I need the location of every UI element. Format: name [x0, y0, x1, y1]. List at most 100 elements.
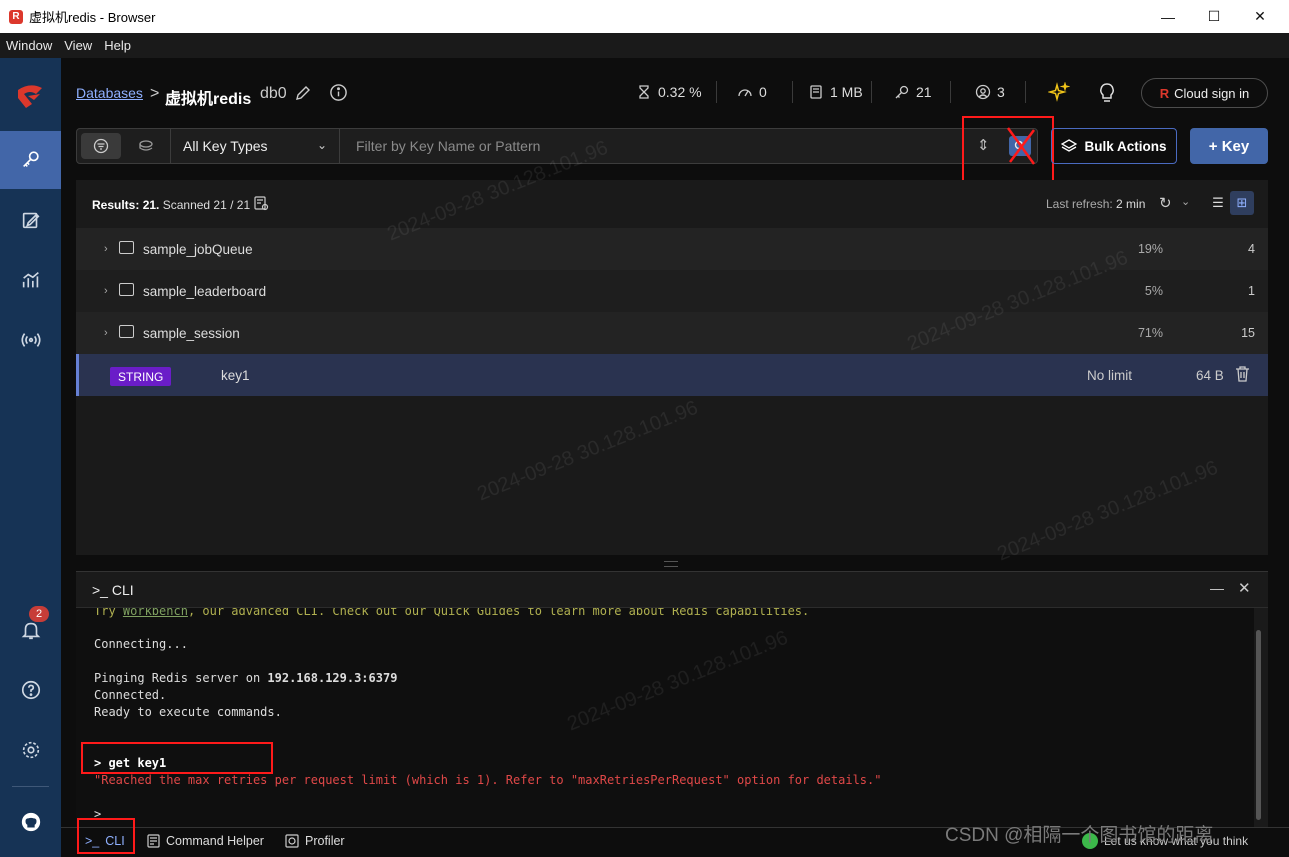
info-icon[interactable] [329, 83, 348, 102]
database-name: 虚拟机redis [165, 91, 252, 108]
terminal-icon: >_ [92, 582, 108, 598]
folder-percent: 5% [1144, 284, 1163, 298]
cli-line: Connecting... [94, 637, 188, 651]
sidebar-item-pubsub[interactable] [0, 311, 61, 369]
keys-value: 21 [916, 84, 932, 100]
folder-count: 15 [1241, 326, 1255, 340]
document-icon [147, 834, 160, 848]
delete-key-button[interactable] [1235, 365, 1250, 385]
scan-more-icon[interactable] [253, 195, 269, 211]
cli-line: Ready to execute commands. [94, 705, 282, 719]
lightbulb-icon[interactable] [1097, 82, 1117, 104]
menu-view[interactable]: View [58, 38, 98, 53]
redis-logo-icon[interactable] [14, 80, 46, 112]
breadcrumb-databases-link[interactable]: Databases [76, 85, 143, 101]
redis-cloud-icon: R [1159, 85, 1170, 101]
close-button[interactable]: ✕ [1237, 0, 1283, 33]
sparkles-icon[interactable] [1048, 82, 1070, 104]
layers-icon [1061, 139, 1078, 152]
sidebar-item-browser[interactable] [0, 131, 61, 189]
breadcrumb-separator: > [150, 85, 160, 102]
stat-divider [950, 81, 951, 103]
results-count: 21. [142, 198, 160, 212]
sidebar-item-analysis[interactable] [0, 251, 61, 309]
tab-profiler-label: Profiler [305, 834, 345, 848]
key-type-select[interactable]: All Key Types ⌄ [170, 129, 340, 163]
annotation-box [77, 818, 135, 854]
stat-divider [871, 81, 872, 103]
chevron-right-icon: › [104, 327, 108, 339]
cli-header: >_ CLI — ✕ [76, 572, 1268, 608]
clients-stat: 3 [975, 84, 1005, 100]
menu-help[interactable]: Help [98, 38, 137, 53]
cli-scrollbar[interactable] [1256, 630, 1261, 820]
vector-search-icon [139, 140, 153, 151]
key-row[interactable]: STRING key1 No limit 64 B [76, 354, 1268, 396]
trash-icon [1236, 365, 1249, 382]
edit-db-index-icon[interactable] [295, 85, 311, 101]
filter-mode-button[interactable] [81, 133, 121, 159]
cloud-sign-in-label: Cloud sign in [1174, 85, 1250, 101]
edit-icon [22, 212, 40, 229]
minimize-button[interactable]: — [1145, 0, 1191, 33]
help-button[interactable] [0, 661, 61, 719]
folder-row[interactable]: › sample_session 71% 15 [76, 312, 1268, 354]
folder-percent: 19% [1137, 242, 1163, 256]
results-label: Results: [92, 198, 140, 212]
refresh-options-chevron-icon[interactable]: ⌄ [1181, 195, 1190, 208]
github-button[interactable] [0, 793, 61, 851]
memory-icon [810, 85, 822, 99]
cli-panel: >_ CLI — ✕ Try Workbench, our advanced C… [76, 571, 1268, 828]
cli-title-label: CLI [111, 582, 134, 598]
chevron-down-icon: ⌄ [316, 138, 327, 152]
folder-name: sample_leaderboard [143, 283, 267, 299]
ops-stat: 0 [737, 84, 767, 100]
results-summary: Results: 21. Scanned 21 / 21 [92, 198, 250, 212]
minimize-cli-button[interactable]: — [1210, 580, 1224, 596]
clients-value: 3 [997, 84, 1005, 100]
ops-value: 0 [759, 84, 767, 100]
tab-command-helper-label: Command Helper [166, 834, 264, 848]
key-icon [22, 151, 39, 168]
close-cli-button[interactable]: ✕ [1238, 579, 1251, 597]
cpu-stat: 0.32 % [636, 84, 702, 100]
maximize-button[interactable]: ☐ [1191, 0, 1237, 33]
cli-error-line: "Reached the max retries per request lim… [94, 773, 882, 787]
cpu-value: 0.32 % [658, 84, 702, 100]
notification-count-badge: 2 [29, 606, 49, 622]
chevron-right-icon: › [104, 285, 108, 297]
refresh-icon[interactable]: ↻ [1159, 194, 1172, 212]
bulk-actions-button[interactable]: Bulk Actions [1051, 128, 1177, 164]
folder-percent: 71% [1137, 326, 1163, 340]
panel-resize-handle[interactable] [664, 561, 678, 567]
sidebar-item-workbench[interactable] [0, 191, 61, 249]
folder-row[interactable]: › sample_leaderboard 5% 1 [76, 270, 1268, 312]
cloud-sign-in-button[interactable]: R Cloud sign in [1141, 78, 1268, 108]
folder-icon [119, 241, 134, 254]
cli-output[interactable]: Try Workbench, our advanced CLI. Check o… [76, 608, 1254, 828]
folder-row[interactable]: › sample_jobQueue 19% 4 [76, 228, 1268, 270]
profiler-icon [285, 834, 299, 848]
keys-stat: 21 [894, 84, 932, 100]
folder-count: 4 [1248, 242, 1255, 256]
workbench-link[interactable]: Workbench [123, 608, 188, 618]
key-type-badge: STRING [110, 367, 172, 386]
search-mode-button[interactable] [127, 133, 167, 159]
menu-window[interactable]: Window [0, 38, 58, 53]
tab-profiler[interactable]: Profiler [285, 834, 345, 848]
annotation-box [81, 742, 273, 774]
last-refresh-label: Last refresh: [1046, 197, 1113, 211]
view-toggle: ☰ ⊞ [1206, 191, 1256, 217]
main-area: Databases > 虚拟机redis db0 0.32 % 0 1 MB 2… [61, 58, 1289, 857]
tab-command-helper[interactable]: Command Helper [147, 834, 264, 848]
tree-view-icon[interactable]: ⊞ [1230, 191, 1254, 215]
cli-tip-suffix: , our advanced CLI. Check out our Quick … [187, 608, 810, 618]
list-view-icon[interactable]: ☰ [1206, 191, 1230, 215]
speedometer-icon [738, 89, 752, 97]
settings-button[interactable] [0, 721, 61, 779]
add-key-button[interactable]: + Key [1190, 128, 1268, 164]
cli-line: Pinging Redis server on 192.168.129.3:63… [94, 671, 397, 685]
key-filter-input[interactable]: Filter by Key Name or Pattern [342, 129, 962, 163]
cli-tip-prefix: Try [94, 608, 123, 618]
results-panel: Results: 21. Scanned 21 / 21 Last refres… [76, 180, 1268, 555]
